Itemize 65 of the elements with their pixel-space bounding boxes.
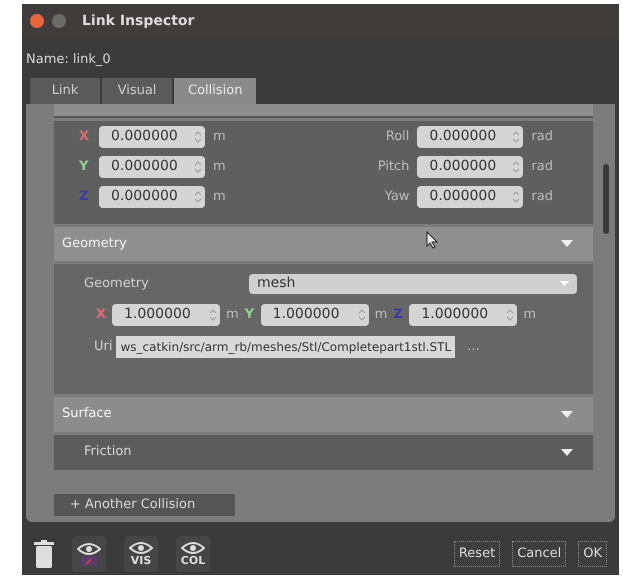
axis-label: Z [393, 306, 404, 324]
view-toggle-button[interactable]: COL [176, 536, 210, 572]
axis-label: Z [79, 188, 90, 206]
rotation-field[interactable]: 0.000000 [417, 186, 524, 208]
rotation-label: Roll [384, 128, 410, 146]
unit-label: m [374, 306, 388, 324]
mouse-cursor-icon [426, 231, 438, 249]
dialog-button[interactable]: Cancel [512, 540, 566, 566]
scale-field[interactable]: 1.000000 [112, 304, 220, 326]
unit-label: m [213, 188, 226, 206]
spin-arrows-icon[interactable] [358, 308, 365, 322]
rotation-field[interactable]: 0.000000 [417, 126, 524, 148]
eye-icon [129, 541, 153, 555]
view-toggle-button[interactable]: VIS [124, 536, 158, 572]
rotation-label: Yaw [384, 188, 410, 206]
spin-arrows-icon[interactable] [513, 160, 520, 174]
name-label: Name: link_0 [26, 51, 112, 69]
spin-arrows-icon[interactable] [507, 308, 514, 322]
position-field[interactable]: 0.000000 [99, 126, 205, 148]
axis-label: Y [244, 306, 255, 324]
unit-label: m [213, 128, 226, 146]
uri-label: Uri [94, 338, 112, 356]
tab[interactable]: Visual [102, 78, 172, 104]
unit-label: rad [531, 188, 553, 206]
spin-arrows-icon[interactable] [195, 190, 201, 204]
caret-icon [561, 448, 573, 456]
spin-arrows-icon[interactable] [195, 130, 201, 144]
close-button[interactable] [30, 14, 44, 28]
geometry-dropdown[interactable]: mesh [249, 274, 577, 294]
unit-label: rad [531, 158, 553, 176]
color-mark-icon [81, 556, 97, 566]
axis-label: X [79, 128, 90, 146]
geometry-label: Geometry [84, 274, 150, 293]
window-title: Link Inspector [82, 12, 194, 30]
axis-label: X [96, 306, 106, 324]
view-toggle-button[interactable] [72, 536, 106, 572]
caret-icon [561, 410, 573, 418]
unit-label: m [213, 158, 226, 176]
spin-arrows-icon[interactable] [195, 160, 201, 174]
caret-icon [561, 240, 573, 247]
dialog-button[interactable]: OK [578, 540, 607, 566]
eye-icon [77, 542, 101, 556]
rotation-field[interactable]: 0.000000 [417, 156, 524, 178]
minimize-button[interactable] [52, 14, 66, 28]
unit-label: m [226, 306, 239, 324]
unit-label: m [523, 306, 536, 324]
scale-field[interactable]: 1.000000 [409, 304, 518, 326]
unit-label: rad [531, 128, 553, 146]
add-collision-button[interactable]: + Another Collision [54, 494, 235, 516]
scrollbar[interactable] [603, 164, 609, 234]
spin-arrows-icon[interactable] [513, 130, 520, 144]
scale-field[interactable]: 1.000000 [260, 304, 369, 326]
spin-arrows-icon[interactable] [513, 190, 520, 204]
tab[interactable]: Link [30, 78, 100, 104]
eye-icon [181, 541, 205, 555]
trash-icon[interactable] [34, 540, 54, 568]
position-field[interactable]: 0.000000 [99, 156, 205, 178]
caret-icon [560, 281, 569, 286]
rotation-label: Pitch [376, 158, 410, 176]
position-field[interactable]: 0.000000 [99, 186, 205, 208]
axis-label: Y [79, 158, 90, 176]
spin-arrows-icon[interactable] [210, 308, 216, 322]
section-header[interactable]: Friction [54, 434, 593, 470]
uri-field[interactable]: ws_catkin/src/arm_rb/meshes/Stl/Completepart1stl.STL [116, 336, 456, 358]
dialog-button[interactable]: Reset [454, 540, 500, 566]
